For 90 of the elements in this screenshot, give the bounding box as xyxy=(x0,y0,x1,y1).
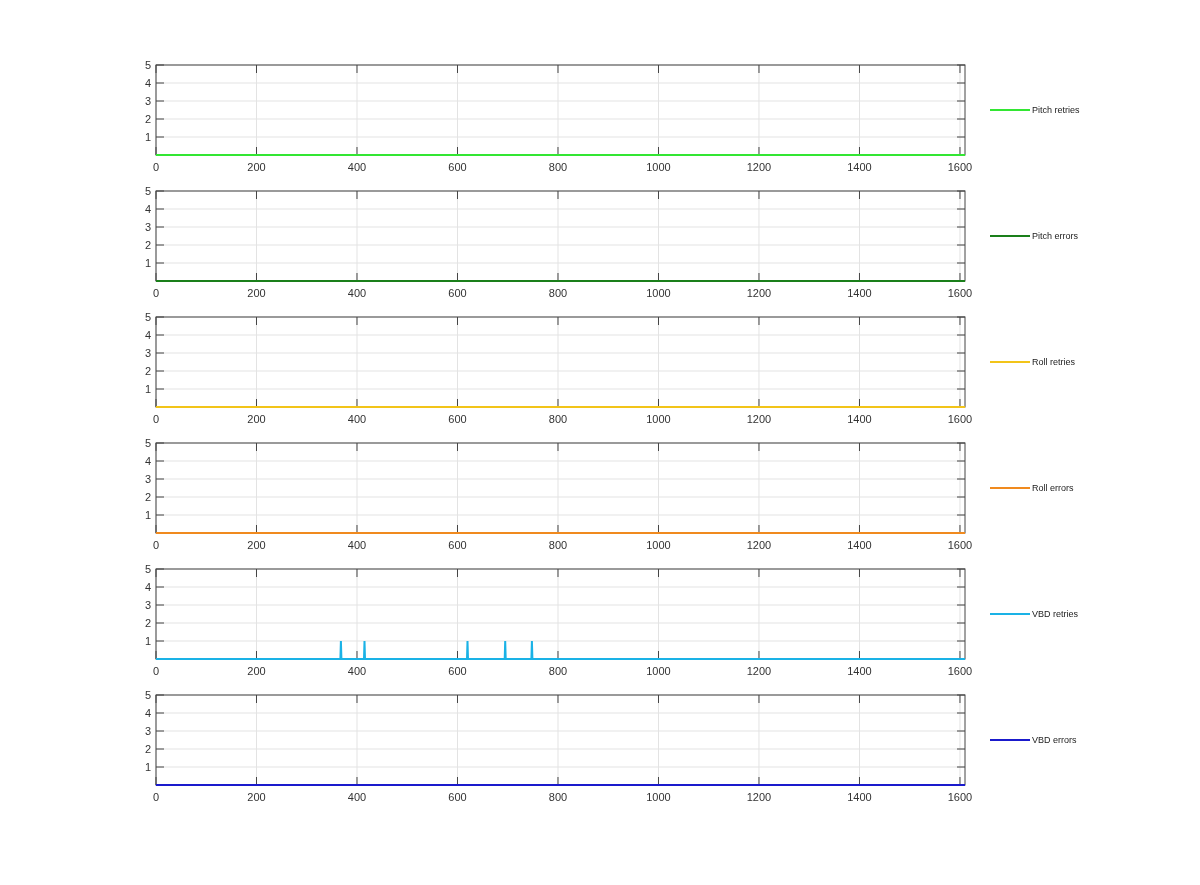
tick-label: 0 xyxy=(152,287,160,299)
tick-label: 4 xyxy=(144,455,151,467)
tick-label: 400 xyxy=(347,287,367,299)
tick-label: 1600 xyxy=(947,539,973,551)
tick-label: 1000 xyxy=(646,539,671,551)
tick-label: 2 xyxy=(144,113,151,125)
tick-label: 400 xyxy=(347,161,367,173)
tick-label: 1000 xyxy=(646,161,671,173)
tick-label: 2 xyxy=(144,743,151,755)
tick-label: 4 xyxy=(144,203,151,215)
tick-label: 1400 xyxy=(847,665,872,677)
tick-label: 600 xyxy=(448,791,467,803)
tick-label: 4 xyxy=(144,707,151,719)
tick-label: 3 xyxy=(144,473,151,485)
tick-label: 1600 xyxy=(947,791,973,803)
tick-label: 600 xyxy=(448,413,467,425)
tick-label: 1400 xyxy=(847,791,872,803)
legend-label: VBD retries xyxy=(1032,609,1078,619)
tick-label: 4 xyxy=(144,581,151,593)
tick-label: 1 xyxy=(144,761,151,773)
tick-label: 1600 xyxy=(947,665,973,677)
tick-label: 1000 xyxy=(646,413,671,425)
tick-label: 1400 xyxy=(847,161,872,173)
tick-label: 400 xyxy=(347,413,367,425)
tick-label: 2 xyxy=(144,239,151,251)
tick-label: 0 xyxy=(152,539,160,551)
tick-label: 0 xyxy=(152,161,160,173)
tick-label: 200 xyxy=(247,287,266,299)
tick-label: 2 xyxy=(144,365,151,377)
tick-label: 200 xyxy=(247,413,266,425)
tick-label: 1200 xyxy=(746,665,772,677)
tick-label: 1 xyxy=(144,509,151,521)
tick-label: 400 xyxy=(347,539,367,551)
tick-label: 200 xyxy=(247,539,266,551)
tick-label: 3 xyxy=(144,599,151,611)
tick-label: 1 xyxy=(144,383,151,395)
tick-label: 200 xyxy=(247,161,266,173)
tick-label: 800 xyxy=(548,287,568,299)
tick-label: 2 xyxy=(144,491,151,503)
tick-label: 0 xyxy=(152,665,160,677)
tick-label: 800 xyxy=(548,539,568,551)
tick-label: 1200 xyxy=(746,413,772,425)
tick-label: 5 xyxy=(144,59,151,71)
tick-label: 5 xyxy=(144,185,151,197)
legend-label: VBD errors xyxy=(1032,735,1077,745)
tick-label: 2 xyxy=(144,617,151,629)
tick-label: 5 xyxy=(144,311,151,323)
tick-label: 3 xyxy=(144,347,151,359)
tick-label: 800 xyxy=(548,161,568,173)
tick-label: 1400 xyxy=(847,287,872,299)
legend-label: Roll errors xyxy=(1032,483,1074,493)
tick-label: 1 xyxy=(144,257,151,269)
tick-label: 1200 xyxy=(746,161,772,173)
tick-label: 400 xyxy=(347,791,367,803)
tick-label: 400 xyxy=(347,665,367,677)
tick-label: 4 xyxy=(144,77,151,89)
tick-label: 800 xyxy=(548,665,568,677)
tick-label: 1400 xyxy=(847,539,872,551)
tick-label: 1000 xyxy=(646,665,671,677)
tick-label: 3 xyxy=(144,95,151,107)
tick-label: 0 xyxy=(152,413,160,425)
tick-label: 800 xyxy=(548,413,568,425)
tick-label: 600 xyxy=(448,161,467,173)
tick-label: 3 xyxy=(144,221,151,233)
tick-label: 1000 xyxy=(646,287,671,299)
tick-label: 800 xyxy=(548,791,568,803)
tick-label: 1400 xyxy=(847,413,872,425)
tick-label: 600 xyxy=(448,665,467,677)
tick-label: 4 xyxy=(144,329,151,341)
tick-label: 200 xyxy=(247,665,266,677)
tick-label: 3 xyxy=(144,725,151,737)
tick-label: 1 xyxy=(144,635,151,647)
tick-label: 1200 xyxy=(746,287,772,299)
tick-label: 5 xyxy=(144,437,151,449)
tick-label: 1600 xyxy=(947,287,973,299)
tick-label: 600 xyxy=(448,287,467,299)
tick-label: 1 xyxy=(144,131,151,143)
tick-label: 5 xyxy=(144,563,151,575)
legend-label: Pitch retries xyxy=(1032,105,1080,115)
tick-label: 1000 xyxy=(646,791,671,803)
tick-label: 600 xyxy=(448,539,467,551)
legend-label: Pitch errors xyxy=(1032,231,1078,241)
tick-label: 1600 xyxy=(947,413,973,425)
tick-label: 5 xyxy=(144,689,151,701)
tick-label: 1600 xyxy=(947,161,973,173)
tick-label: 1200 xyxy=(746,539,772,551)
tick-label: 1200 xyxy=(746,791,772,803)
legend-label: Roll retries xyxy=(1032,357,1075,367)
tick-label: 0 xyxy=(152,791,160,803)
tick-label: 200 xyxy=(247,791,266,803)
